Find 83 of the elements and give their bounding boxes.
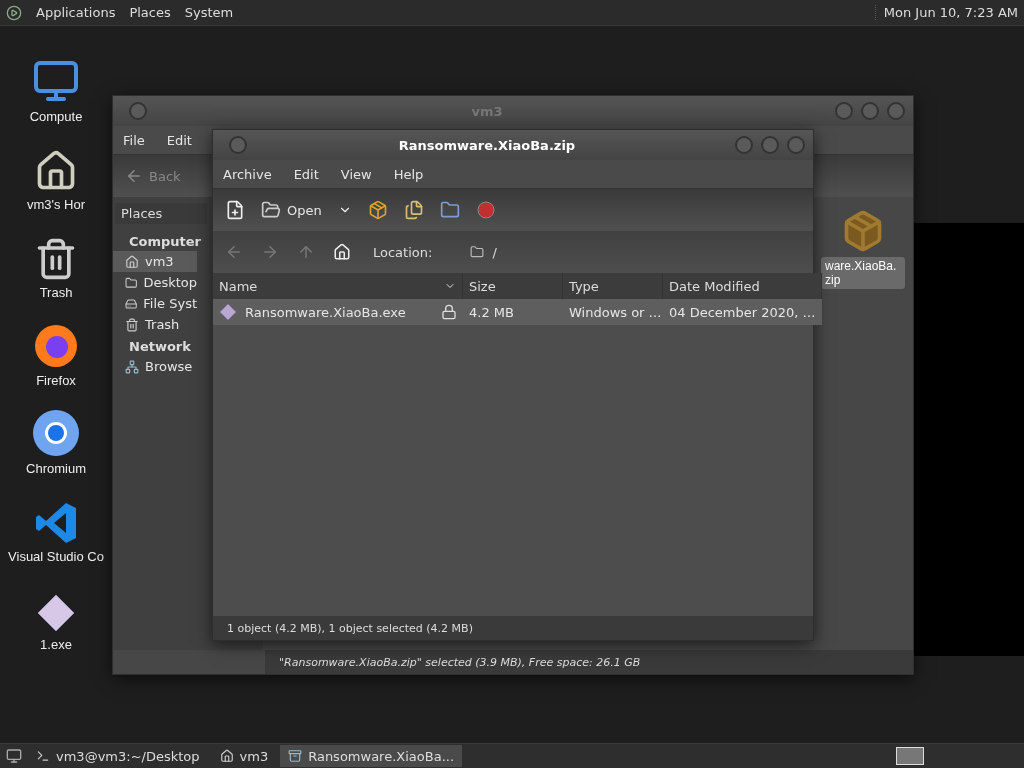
- maximize-button[interactable]: [761, 136, 779, 154]
- taskbar-button[interactable]: vm3: [211, 745, 277, 767]
- desktop-icon-label[interactable]: Trash: [39, 285, 73, 300]
- type-cell: Windows or …: [563, 299, 663, 325]
- column-header[interactable]: Size: [463, 273, 563, 299]
- drive-icon: [125, 296, 138, 311]
- new-file-icon: [225, 200, 245, 220]
- browser-logo-icon: [32, 409, 80, 457]
- network-icon: [125, 359, 139, 374]
- sidebar-heading: Computer: [128, 233, 203, 251]
- places-dropdown[interactable]: Places: [115, 203, 207, 224]
- desktop-icon-label[interactable]: 1.exe: [40, 637, 72, 652]
- sidebar-item[interactable]: File Syst: [113, 293, 197, 314]
- desktop-icon-label[interactable]: vm3's Hor: [26, 197, 86, 212]
- maximize-button[interactable]: [861, 102, 879, 120]
- folder-open-icon: [261, 200, 281, 220]
- open-button[interactable]: Open: [259, 198, 324, 222]
- taskbar-button[interactable]: Ransomware.XiaoBa...: [280, 745, 463, 767]
- show-desktop-button[interactable]: [4, 746, 24, 766]
- close-button[interactable]: [787, 136, 805, 154]
- location-path[interactable]: /: [470, 244, 497, 260]
- menu-logo-icon: [6, 4, 22, 21]
- size-cell: 4.2 MB: [463, 299, 563, 325]
- stop-icon: [475, 200, 496, 220]
- folder-icon: [125, 275, 138, 290]
- code-editor-logo-icon: [34, 501, 78, 545]
- window-menu-button[interactable]: [229, 136, 247, 154]
- menu-item[interactable]: Help: [393, 166, 424, 182]
- minimize-button[interactable]: [835, 102, 853, 120]
- menu-item[interactable]: Edit: [166, 132, 192, 148]
- taskbar-button[interactable]: vm3@vm3:~/Desktop: [28, 745, 208, 767]
- menu-item[interactable]: File: [123, 132, 145, 148]
- panel-menu[interactable]: System: [184, 5, 234, 20]
- status-text: 1 object (4.2 MB), 1 object selected (4.2 MB): [227, 621, 473, 635]
- sidebar-item-label: Trash: [145, 317, 180, 332]
- sidebar-item-label: Desktop: [143, 275, 197, 290]
- terminal-icon: [36, 749, 50, 763]
- column-header[interactable]: Name: [213, 273, 463, 299]
- package-icon: [367, 200, 388, 220]
- menu-item[interactable]: View: [340, 166, 372, 182]
- sidebar-item[interactable]: Browse: [113, 356, 197, 377]
- column-header[interactable]: Date Modified: [663, 273, 822, 299]
- window-menu-button[interactable]: [129, 102, 147, 120]
- panel-menu[interactable]: Applications: [36, 5, 116, 20]
- date-cell: 04 December 2020, …: [663, 299, 822, 325]
- menu-item[interactable]: Archive: [223, 166, 272, 182]
- home-folder-icon: [219, 749, 234, 763]
- forward-arrow-icon: [261, 243, 279, 261]
- close-button[interactable]: [887, 102, 905, 120]
- workspace-switcher[interactable]: [896, 747, 924, 765]
- panel-menu[interactable]: Places: [129, 5, 171, 20]
- location-label: Location:: [373, 244, 433, 260]
- file-name: Ransomware.XiaoBa.exe: [245, 304, 406, 320]
- desktop-icon-label[interactable]: Firefox: [36, 373, 76, 388]
- status-text: "Ransomware.XiaoBa.zip" selected (3.9 MB), Free space: 26.1 GB: [279, 655, 641, 669]
- window-title: Ransomware.XiaoBa.zip: [397, 137, 577, 153]
- sidebar-item[interactable]: vm3: [113, 251, 197, 272]
- browser-logo-icon: [33, 323, 79, 369]
- file-label[interactable]: ware.XiaoBa.zip: [821, 257, 905, 289]
- sidebar-item-label: File Syst: [143, 296, 197, 311]
- column-header[interactable]: Type: [563, 273, 663, 299]
- folder-icon: [439, 200, 460, 220]
- files-icon: [403, 200, 424, 220]
- desktop-icon-label[interactable]: Visual Studio Co: [8, 549, 104, 564]
- file-row[interactable]: Ransomware.XiaoBa.exe: [213, 299, 463, 325]
- sidebar-heading: Network: [128, 338, 192, 356]
- home-icon: [125, 254, 139, 269]
- clock[interactable]: Mon Jun 10, 7:23 AM: [874, 5, 1018, 20]
- desktop-icon-label[interactable]: Compute: [29, 109, 83, 124]
- minimize-button[interactable]: [735, 136, 753, 154]
- trash-icon: [125, 317, 139, 332]
- desktop-icon-label[interactable]: Chromium: [26, 461, 86, 476]
- home-icon: [333, 243, 351, 261]
- sidebar-item-label: vm3: [145, 254, 174, 269]
- sidebar-item[interactable]: Desktop: [113, 272, 197, 293]
- folder-icon: [470, 245, 485, 259]
- monitor-icon: [6, 748, 22, 764]
- sidebar-item-label: Browse: [145, 359, 193, 374]
- diamond-file-icon: [36, 593, 76, 633]
- sidebar-item[interactable]: Trash: [113, 314, 197, 335]
- archive-icon: [288, 749, 303, 763]
- diamond-file-icon: [219, 303, 237, 321]
- menu-item[interactable]: Edit: [293, 166, 319, 182]
